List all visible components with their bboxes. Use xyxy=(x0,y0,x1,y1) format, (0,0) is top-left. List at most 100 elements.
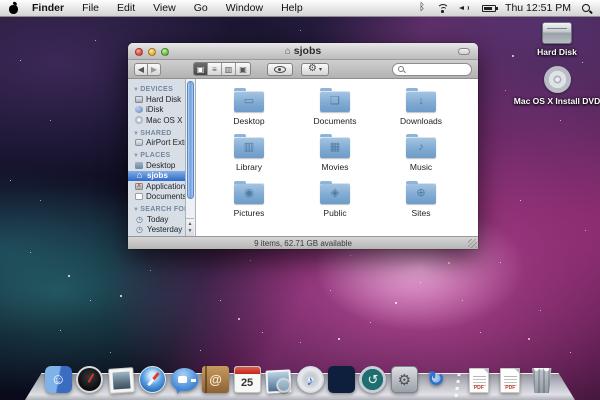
zoom-button[interactable] xyxy=(161,48,169,56)
column-view-button[interactable]: ▥ xyxy=(222,63,236,75)
sidebar-item-today[interactable]: ◷Today xyxy=(132,214,185,225)
menu-finder[interactable]: Finder xyxy=(32,2,73,14)
sidebar-section-devices[interactable]: ▼DEVICES xyxy=(133,86,185,93)
list-view-button[interactable]: ≡ xyxy=(208,63,222,75)
dock-item-time-machine[interactable]: ↺ xyxy=(359,365,387,393)
sidebar-item-hard-disk[interactable]: Hard Disk xyxy=(132,94,185,105)
public-glyph-icon: ◈ xyxy=(331,188,339,199)
disclosure-triangle-icon: ▼ xyxy=(133,87,139,93)
folder-music[interactable]: ♪Music xyxy=(378,131,464,177)
dock-item-system-preferences[interactable]: ⚙ xyxy=(390,365,418,393)
sidebar-item-label: sjobs xyxy=(147,171,168,180)
dock-item-pdf-document-1[interactable]: PDF xyxy=(465,365,493,393)
folder-movies[interactable]: ▦Movies xyxy=(292,131,378,177)
dock-item-software-update[interactable]: ↻ xyxy=(422,365,450,393)
dock-item-finder[interactable]: ☺ xyxy=(44,365,72,393)
safari-compass-icon xyxy=(139,366,166,393)
sidebar-scrollbar[interactable]: ▲▼ xyxy=(186,79,196,236)
folder-downloads[interactable]: ↓ Downloads xyxy=(378,85,464,131)
folder-public[interactable]: ◈Public xyxy=(292,178,378,224)
menu-edit[interactable]: Edit xyxy=(108,2,144,14)
quicklook-button[interactable] xyxy=(267,63,293,76)
folder-sites[interactable]: ⊕Sites xyxy=(378,178,464,224)
ical-calendar-icon: 25 xyxy=(234,366,261,393)
folder-library[interactable]: ▥Library xyxy=(206,131,292,177)
sidebar-item-yesterday[interactable]: ◷Yesterday xyxy=(132,225,185,236)
idisk-icon xyxy=(135,106,143,113)
folder-icon: ↓ xyxy=(406,91,436,112)
window-title-text: sjobs xyxy=(294,45,321,57)
desktop-icon-hard-disk[interactable]: Hard Disk xyxy=(537,22,577,57)
folder-documents[interactable]: ❏Documents xyxy=(292,85,378,131)
sidebar-item-sjobs[interactable]: ⌂sjobs xyxy=(128,171,185,182)
desktop-icons: Hard Disk Mac OS X Install DVD xyxy=(516,22,598,106)
preview-loupe-icon xyxy=(265,369,291,393)
dock-item-itunes[interactable]: ♪ xyxy=(296,365,324,393)
sidebar-item-label: iDisk xyxy=(146,105,163,114)
bluetooth-icon[interactable]: ᛒ xyxy=(419,3,425,13)
mail-stamp-icon xyxy=(108,367,135,394)
menu-window[interactable]: Window xyxy=(217,2,272,14)
title-bar[interactable]: ⌂ sjobs xyxy=(128,43,478,60)
spotlight-icon[interactable] xyxy=(581,3,592,14)
dock-separator xyxy=(453,373,461,393)
sidebar-section-search-for[interactable]: ▼SEARCH FOR xyxy=(133,206,185,213)
folder-label: Music xyxy=(410,162,432,172)
desktop-icon-install-dvd[interactable]: Mac OS X Install DVD xyxy=(514,66,600,106)
dock-item-dashboard[interactable] xyxy=(76,365,104,393)
resize-grip[interactable] xyxy=(468,239,477,248)
sidebar-item-documents[interactable]: Documents xyxy=(132,192,185,203)
sidebar-section-places[interactable]: ▼PLACES xyxy=(133,152,185,159)
folder-desktop[interactable]: ▭Desktop xyxy=(206,85,292,131)
sidebar-item-label: Applications xyxy=(146,182,186,191)
window-title: ⌂ sjobs xyxy=(285,45,321,57)
search-input[interactable] xyxy=(392,63,472,76)
dock-item-mail[interactable] xyxy=(107,365,135,393)
airport-icon xyxy=(135,139,143,146)
menu-go[interactable]: Go xyxy=(185,2,217,14)
wifi-icon[interactable] xyxy=(436,4,448,13)
folder-label: Downloads xyxy=(400,116,442,126)
sidebar-item-install-dvd[interactable]: Mac OS X I... xyxy=(132,115,185,126)
sidebar-item-desktop[interactable]: Desktop xyxy=(132,160,185,171)
scroll-down-icon[interactable]: ▼ xyxy=(188,228,193,235)
dock-item-trash[interactable] xyxy=(528,365,556,393)
menu-file[interactable]: File xyxy=(73,2,108,14)
minimize-button[interactable] xyxy=(148,48,156,56)
back-button[interactable]: ◀ xyxy=(134,63,148,76)
dock-item-preview[interactable] xyxy=(265,365,293,393)
forward-button[interactable]: ▶ xyxy=(147,63,161,76)
coverflow-view-button[interactable]: ▣ xyxy=(236,63,250,75)
dock-item-address-book[interactable]: @ xyxy=(202,365,230,393)
scrollbar-arrows[interactable]: ▲▼ xyxy=(186,218,194,236)
dock-item-ichat[interactable] xyxy=(170,365,198,393)
action-button[interactable]: ⚙ ▾ xyxy=(301,63,329,76)
address-book-icon: @ xyxy=(202,366,229,393)
volume-icon[interactable] xyxy=(459,4,471,13)
search-icon xyxy=(397,65,405,73)
menu-help[interactable]: Help xyxy=(272,2,312,14)
dock-item-safari[interactable] xyxy=(139,365,167,393)
sidebar-item-applications[interactable]: AApplications xyxy=(132,181,185,192)
sidebar-item-idisk[interactable]: iDisk xyxy=(132,105,185,116)
scrollbar-thumb[interactable] xyxy=(187,81,194,199)
dock-item-spaces[interactable] xyxy=(327,365,355,393)
folder-label: Pictures xyxy=(234,208,265,218)
apple-menu-icon[interactable] xyxy=(8,2,19,14)
icon-view-button[interactable]: ▣ xyxy=(194,63,208,75)
toolbar-toggle-button[interactable] xyxy=(458,48,470,55)
menu-clock[interactable]: Thu 12:51 PM xyxy=(505,2,571,14)
dock-item-pdf-document-2[interactable]: PDF xyxy=(496,365,524,393)
battery-icon[interactable] xyxy=(482,5,496,12)
folder-pictures[interactable]: ◉Pictures xyxy=(206,178,292,224)
sidebar-item-label: Hard Disk xyxy=(146,95,181,104)
globe-glyph-icon: ⊕ xyxy=(416,188,425,199)
dock-item-ical[interactable]: 25 xyxy=(233,365,261,393)
close-button[interactable] xyxy=(135,48,143,56)
sidebar-item-airport-extreme[interactable]: AirPort Extreme xyxy=(132,138,185,149)
menu-view[interactable]: View xyxy=(144,2,185,14)
scroll-up-icon[interactable]: ▲ xyxy=(188,221,193,228)
sidebar: ▼DEVICES Hard Disk iDisk Mac OS X I... ▼… xyxy=(128,79,186,236)
desktop-icon-label: Hard Disk xyxy=(537,47,577,57)
sidebar-section-shared[interactable]: ▼SHARED xyxy=(133,130,185,137)
